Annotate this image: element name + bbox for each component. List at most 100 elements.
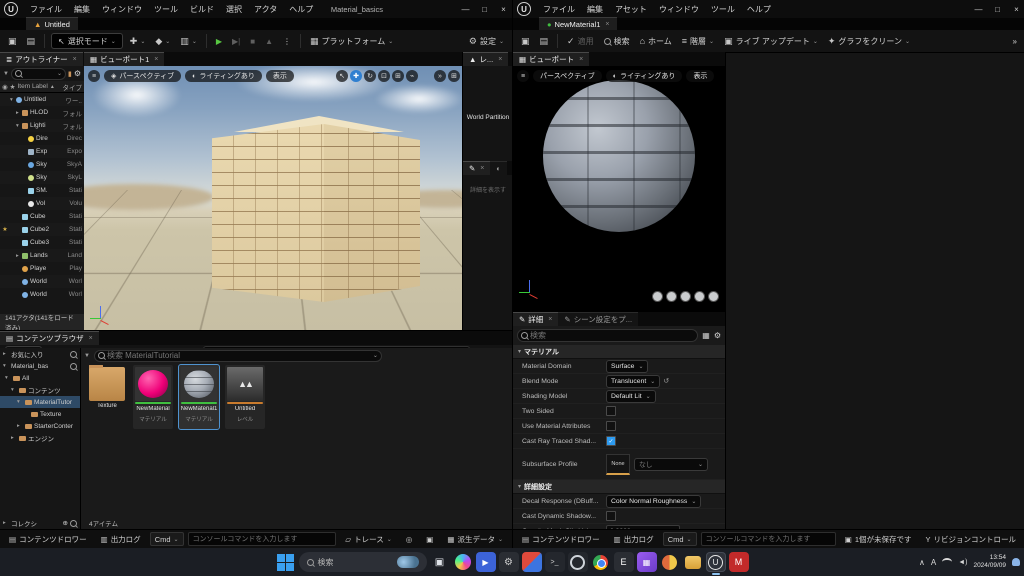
outliner-row[interactable]: SkySkyL — [0, 171, 84, 184]
plane-preview-icon[interactable] — [680, 291, 691, 302]
favorites-row[interactable]: ▸お気に入り — [0, 348, 80, 360]
save-button[interactable]: ▣ — [518, 36, 533, 47]
platforms-dropdown[interactable]: ▦ プラットフォーム⌄ — [307, 36, 396, 47]
media-player-icon[interactable]: ▦ — [637, 552, 657, 572]
level-tab[interactable]: ▲ Untitled — [26, 17, 78, 30]
obs-icon[interactable] — [568, 552, 588, 572]
world-grid-icon[interactable]: ⊞ — [392, 70, 404, 82]
menu-item[interactable]: ヘルプ — [283, 4, 319, 15]
dropdown[interactable]: Surface⌄ — [606, 360, 648, 373]
folder-icon[interactable]: ▮ — [68, 70, 72, 78]
scene-settings-tab[interactable]: ✎シーン設定をプ... — [558, 312, 638, 326]
play-options-button[interactable]: ⋮ — [280, 37, 294, 46]
profile-thumbnail[interactable]: None — [606, 454, 630, 475]
outliner-search-input[interactable]: ⌄ — [11, 68, 66, 80]
viewport1-tab[interactable]: ▦ ビューポート1× — [84, 52, 164, 66]
details-section-header[interactable]: ▾詳細設定 — [513, 480, 725, 494]
minimize-button[interactable]: — — [970, 5, 987, 14]
eject-button[interactable]: ▲ — [262, 37, 276, 46]
maximize-button[interactable]: □ — [989, 5, 1006, 14]
unsaved-status[interactable]: ▣1個が未保存です — [840, 532, 917, 546]
checkbox[interactable] — [606, 421, 616, 431]
scale-tool-icon[interactable]: ⊡ — [378, 70, 390, 82]
close-button[interactable]: × — [1008, 5, 1024, 14]
folder-tree-item[interactable]: ▸エンジン — [0, 432, 80, 444]
checkbox[interactable]: ✓ — [606, 436, 616, 446]
level-viewport-panel[interactable]: ▦ ビューポート1× ≡ ◈パースペクティブ ◐ライティングあり 表示 — [84, 52, 462, 330]
live-update-dropdown[interactable]: ▣ライブ アップデート⌄ — [721, 36, 821, 47]
level-viewport-scene[interactable]: ≡ ◈パースペクティブ ◐ライティングあり 表示 ↖ ✚ ↻ ⊡ ⊞ ⌁ » ⊞ — [84, 66, 462, 330]
lit-dropdown[interactable]: ◐ライティングあり — [185, 70, 262, 82]
menu-item[interactable]: ツール — [705, 4, 741, 15]
menu-item[interactable]: ウィンドウ — [653, 4, 705, 15]
viewport-menu-icon[interactable]: ≡ — [88, 70, 100, 82]
sphere-preview-icon[interactable] — [666, 291, 677, 302]
outliner-row[interactable]: Cube3Stati — [0, 236, 84, 249]
menu-item[interactable]: ファイル — [24, 4, 68, 15]
outliner-row[interactable]: DireDirec — [0, 132, 84, 145]
reset-icon[interactable]: ↺ — [663, 377, 669, 385]
browse-button[interactable]: ▤ — [24, 36, 39, 47]
volume-icon[interactable]: ◄) — [958, 559, 967, 566]
console-input[interactable] — [701, 532, 836, 546]
details-search-input[interactable]: 検索 — [517, 329, 698, 342]
snap-icon[interactable]: ⌁ — [406, 70, 418, 82]
chrome-icon[interactable] — [593, 555, 608, 570]
clean-graph-dropdown[interactable]: ✦グラフをクリーン⌄ — [825, 36, 913, 47]
folder-tree-item[interactable]: ▾MaterialTutor — [0, 396, 80, 408]
revision-control-button[interactable]: Yリビジョンコントロール — [920, 532, 1021, 546]
eye-icon[interactable]: ◉ — [2, 83, 8, 91]
menu-item[interactable]: アクタ — [248, 4, 283, 15]
copilot-icon[interactable] — [455, 554, 471, 570]
filter-icon[interactable]: ▼ — [84, 353, 90, 359]
outliner-row[interactable]: ★Cube2Stati — [0, 223, 84, 236]
outliner-row[interactable]: ▾Lightiフォル — [0, 119, 84, 132]
derived-data-dropdown[interactable]: ▦派生データ⌄ — [442, 532, 508, 546]
details-section-header[interactable]: ▾マテリアル — [513, 345, 725, 359]
select-tool-icon[interactable]: ↖ — [336, 70, 348, 82]
paint-app-icon[interactable] — [522, 552, 542, 572]
show-dropdown[interactable]: 表示 — [266, 70, 294, 82]
content-browser-tab[interactable]: ▤ コンテンツブラウザ× — [0, 331, 99, 345]
asset-card-Untitled[interactable]: Untitledレベル — [225, 365, 265, 429]
search-button[interactable]: 検索 — [601, 36, 633, 47]
chrome-profile-icon[interactable] — [662, 555, 677, 570]
asset-card-NewMaterial[interactable]: NewMaterialマテリアル — [133, 365, 173, 429]
preview-viewport-tab[interactable]: ▦ ビューポート× — [513, 52, 589, 66]
insights-icon[interactable]: ◎ — [401, 532, 418, 546]
save-button[interactable]: ▣ — [5, 36, 20, 47]
outliner-row[interactable]: SkySkyA — [0, 158, 84, 171]
menu-item[interactable]: 編集 — [581, 4, 609, 15]
menu-item[interactable]: ファイル — [537, 4, 581, 15]
cinematics-button[interactable]: ▥⌄ — [177, 36, 200, 47]
close-icon[interactable]: × — [154, 56, 158, 63]
outliner-row[interactable]: WorldWorl — [0, 288, 84, 301]
maximize-viewport-icon[interactable]: ⊞ — [448, 70, 460, 82]
levels-tab[interactable]: ▲ レ...× — [463, 52, 508, 66]
content-drawer-button[interactable]: ▤コンテンツドロワー — [4, 532, 92, 546]
defender-icon[interactable]: M — [729, 552, 749, 572]
dropdown[interactable]: Translucent⌄ — [606, 375, 660, 388]
star-icon[interactable]: ★ — [10, 83, 16, 91]
folder-tree-item[interactable]: ▾コンテンツ — [0, 384, 80, 396]
cmd-dropdown[interactable]: Cmd⌄ — [663, 532, 697, 546]
material-preview-sphere[interactable] — [543, 80, 695, 232]
settings-icon[interactable]: ⚙ — [499, 552, 519, 572]
details-tab[interactable]: ✎詳細× — [513, 312, 558, 326]
checkbox[interactable] — [606, 406, 616, 416]
mesh-preview-icon[interactable] — [708, 291, 719, 302]
taskbar-search[interactable]: 検索 — [299, 552, 427, 572]
material-asset-tab[interactable]: ● NewMaterial1 × — [539, 17, 617, 30]
output-log-button[interactable]: ▥出力ログ — [96, 532, 146, 546]
play-button[interactable]: ▶ — [213, 37, 225, 46]
folder-tree-item[interactable]: ▾All — [0, 372, 80, 384]
notification-bell-icon[interactable] — [1012, 558, 1020, 566]
menu-item[interactable]: アセット — [609, 4, 653, 15]
move-tool-icon[interactable]: ✚ — [350, 70, 362, 82]
world-mini-tab[interactable]: ◐ — [490, 161, 507, 175]
perspective-dropdown[interactable]: パースペクティブ — [533, 70, 602, 82]
close-icon[interactable]: × — [73, 56, 77, 63]
outliner-tab[interactable]: ≣ アウトライナー× — [0, 52, 83, 66]
project-row[interactable]: ▾Material_bas — [0, 360, 80, 372]
brick-cube-right-face[interactable] — [324, 124, 420, 302]
